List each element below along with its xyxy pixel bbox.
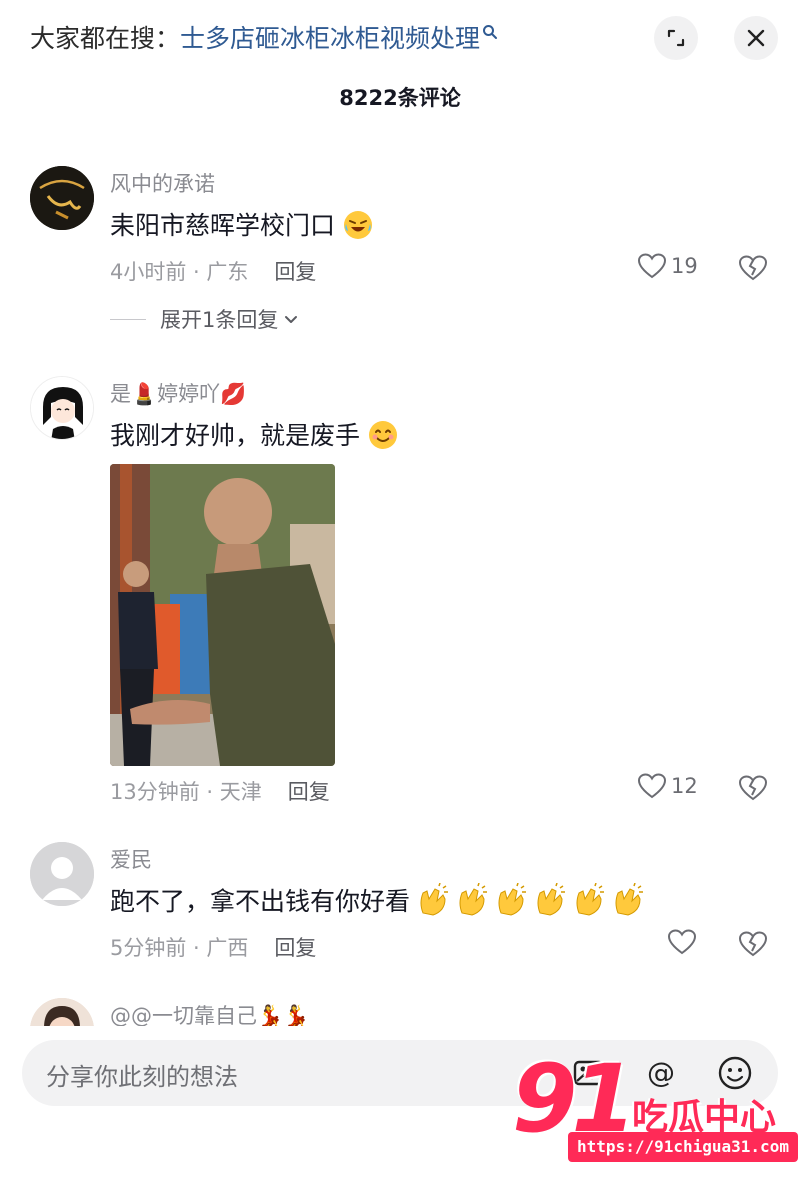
avatar-cartoon-girl-image bbox=[31, 377, 93, 439]
heart-icon bbox=[637, 253, 667, 279]
comment-body: 耒阳市慈晖学校门口 bbox=[110, 211, 336, 240]
search-hint-query[interactable]: 士多店砸冰柜冰柜视频处理 bbox=[180, 24, 480, 53]
comment-time-location: 4小时前 · 广东 bbox=[110, 260, 249, 284]
broken-heart-icon bbox=[738, 775, 768, 801]
reply-button[interactable]: 回复 bbox=[274, 936, 316, 960]
comment-text: 我刚才好帅，就是废手 bbox=[110, 416, 398, 452]
comment-meta: 4小时前 · 广东 回复 bbox=[110, 256, 316, 286]
expand-button[interactable] bbox=[654, 16, 698, 60]
expand-replies-button[interactable]: 展开1条回复 bbox=[110, 304, 300, 334]
comment-count: 8222条评论 bbox=[339, 86, 461, 110]
heart-icon bbox=[637, 773, 667, 799]
chevron-down-icon bbox=[285, 316, 298, 323]
comment-item: 爱民 跑不了，拿不出钱有你好看 5分钟前 · 广西 回复 bbox=[0, 836, 800, 966]
watermark-url: https://91chigua31.com bbox=[568, 1132, 798, 1162]
comment-item: 风中的承诺 耒阳市慈晖学校门口 4小时前 · 广东 回复 19 展开1条回复 bbox=[0, 160, 800, 340]
avatar[interactable] bbox=[30, 376, 94, 440]
laughing-crying-emoji-icon bbox=[343, 211, 372, 239]
comment-item: 是💄婷婷吖💋 我刚才好帅，就是废手 13分钟前 · 天津 回复 12 bbox=[0, 370, 800, 810]
comment-image[interactable] bbox=[110, 464, 335, 766]
default-avatar-icon bbox=[30, 842, 94, 906]
dislike-button[interactable] bbox=[738, 774, 768, 806]
like-button[interactable] bbox=[667, 928, 701, 956]
avatar-photo-image bbox=[30, 998, 94, 1026]
site-watermark: 91 吃瓜中心 https://91chigua31.com bbox=[510, 1050, 800, 1170]
avatar[interactable] bbox=[30, 842, 94, 906]
clapping-hands-emoji-icon bbox=[537, 883, 566, 916]
like-button[interactable]: 12 bbox=[637, 772, 698, 800]
comment-username[interactable]: 爱民 bbox=[110, 844, 152, 874]
comment-item: @@一切靠自己💃💃 bbox=[0, 994, 800, 1026]
clapping-hands-emoji-icon bbox=[576, 883, 605, 916]
like-button[interactable]: 19 bbox=[637, 252, 698, 280]
close-icon bbox=[747, 29, 765, 47]
broken-heart-icon bbox=[738, 255, 768, 281]
comment-meta: 13分钟前 · 天津 回复 bbox=[110, 776, 330, 806]
search-icon bbox=[483, 25, 498, 39]
trending-search-hint[interactable]: 大家都在搜：士多店砸冰柜冰柜视频处理 bbox=[30, 22, 498, 56]
dislike-button[interactable] bbox=[738, 930, 768, 962]
search-hint-prefix: 大家都在搜： bbox=[30, 24, 181, 53]
like-count: 19 bbox=[671, 254, 698, 278]
avatar[interactable] bbox=[30, 998, 94, 1026]
comment-input-placeholder: 分享你此刻的想法 bbox=[46, 1063, 238, 1091]
comment-text: 跑不了，拿不出钱有你好看 bbox=[110, 882, 644, 920]
dislike-button[interactable] bbox=[738, 254, 768, 286]
divider bbox=[110, 318, 146, 320]
clapping-hands-emoji-icon bbox=[615, 883, 644, 916]
comment-username[interactable]: @@一切靠自己💃💃 bbox=[110, 1000, 309, 1026]
clapping-hands-emoji-icon bbox=[420, 883, 449, 916]
comment-time-location: 5分钟前 · 广西 bbox=[110, 936, 249, 960]
comment-time-location: 13分钟前 · 天津 bbox=[110, 780, 262, 804]
comment-text: 耒阳市慈晖学校门口 bbox=[110, 206, 373, 242]
avatar[interactable] bbox=[30, 166, 94, 230]
expand-icon bbox=[667, 29, 685, 47]
heart-icon bbox=[667, 929, 697, 955]
comments-header: 大家都在搜：士多店砸冰柜冰柜视频处理 8222条评论 bbox=[0, 0, 800, 140]
comment-username[interactable]: 风中的承诺 bbox=[110, 168, 215, 198]
close-button[interactable] bbox=[734, 16, 778, 60]
broken-heart-icon bbox=[738, 931, 768, 957]
video-thumbnail-image bbox=[110, 464, 335, 766]
comment-username[interactable]: 是💄婷婷吖💋 bbox=[110, 378, 246, 408]
smiling-emoji-icon bbox=[368, 421, 397, 449]
comment-meta: 5分钟前 · 广西 回复 bbox=[110, 932, 316, 962]
like-count: 12 bbox=[671, 774, 698, 798]
comment-body: 跑不了，拿不出钱有你好看 bbox=[110, 887, 411, 916]
expand-replies-label: 展开1条回复 bbox=[160, 308, 279, 332]
reply-button[interactable]: 回复 bbox=[274, 260, 316, 284]
avatar-calligraphy-image bbox=[30, 166, 94, 230]
comment-body: 我刚才好帅，就是废手 bbox=[110, 421, 361, 450]
reply-button[interactable]: 回复 bbox=[288, 780, 330, 804]
clapping-hands-emoji-icon bbox=[498, 883, 527, 916]
clapping-hands-emoji-icon bbox=[459, 883, 488, 916]
